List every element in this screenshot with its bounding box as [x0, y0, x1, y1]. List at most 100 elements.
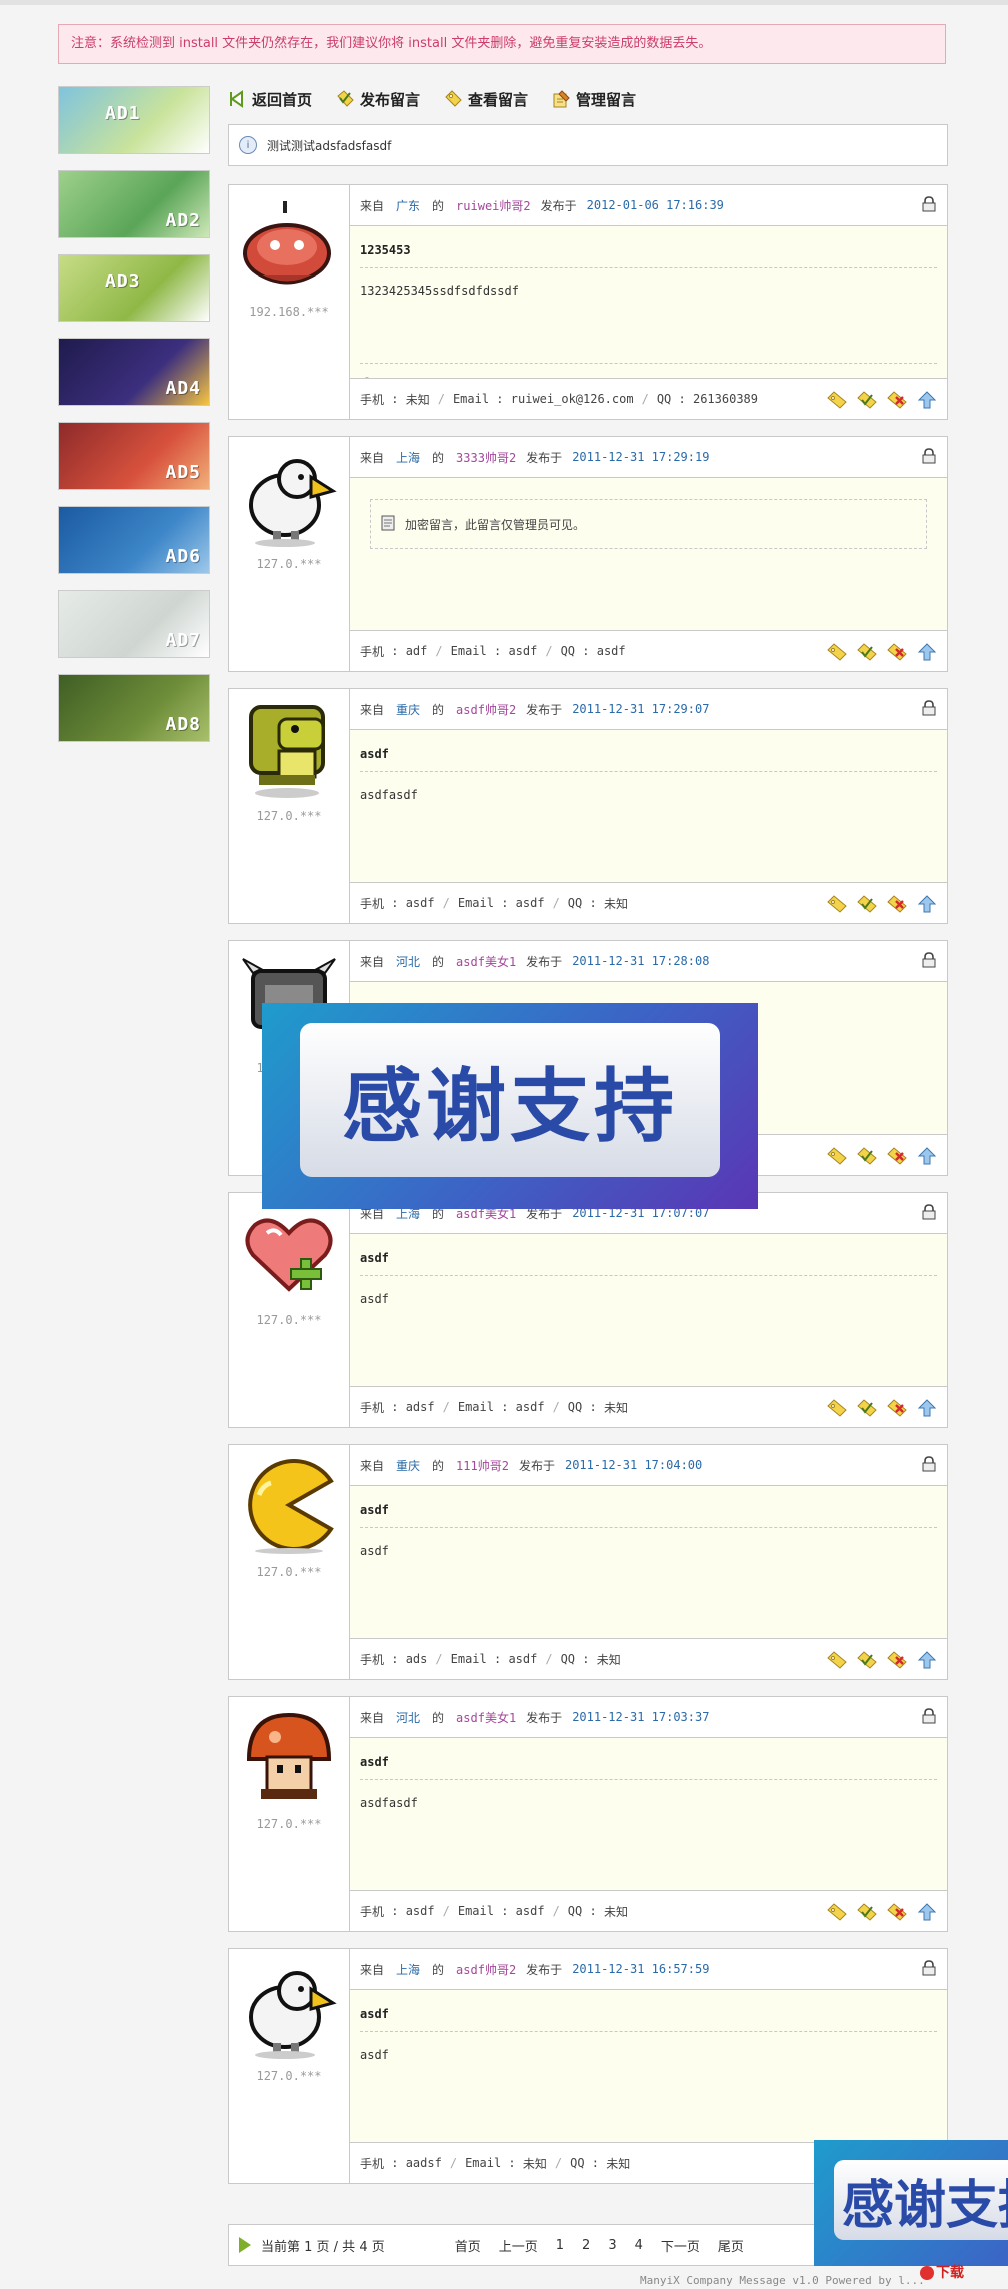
edit-tag-icon[interactable] [857, 1651, 877, 1669]
lock-icon[interactable] [921, 196, 937, 212]
ad-banner[interactable]: AD2 [58, 170, 210, 238]
scroll-top-icon[interactable] [917, 1651, 937, 1669]
author-name[interactable]: ruiwei帅哥2 [456, 197, 531, 214]
ad-banner[interactable]: AD3 [58, 254, 210, 322]
pager-page-link[interactable]: 3 [608, 2238, 616, 2253]
lock-icon[interactable] [921, 1204, 937, 1220]
message-header: 来自 河北的 asdf美女1 发布于 2011-12-31 17:03:37 [350, 1697, 947, 1738]
lock-icon[interactable] [921, 952, 937, 968]
edit-tag-icon[interactable] [857, 895, 877, 913]
location-link[interactable]: 重庆 [396, 701, 420, 718]
location-link[interactable]: 广东 [396, 197, 420, 214]
nav-home-link[interactable]: 返回首页 [228, 89, 312, 110]
scroll-top-icon[interactable] [917, 1147, 937, 1165]
delete-tag-icon[interactable] [887, 1903, 907, 1921]
pager-page-link[interactable]: 1 [556, 2238, 564, 2253]
message-footer: 手机 : asdf / Email : asdf / QQ : 未知 [350, 882, 947, 923]
location-link[interactable]: 重庆 [396, 1457, 420, 1474]
scroll-top-icon[interactable] [917, 391, 937, 409]
lock-icon[interactable] [921, 1456, 937, 1472]
edit-tag-icon[interactable] [857, 1399, 877, 1417]
pager-prev-link[interactable]: 上一页 [499, 2236, 538, 2255]
author-name[interactable]: 111帅哥2 [456, 1457, 509, 1474]
nav-manage-link[interactable]: 管理留言 [552, 89, 636, 110]
post-time: 2011-12-31 17:28:08 [572, 954, 710, 968]
location-link[interactable]: 河北 [396, 953, 420, 970]
author-name[interactable]: asdf美女1 [456, 1709, 516, 1726]
posted-at-label: 发布于 [526, 1962, 563, 1977]
delete-tag-icon[interactable] [887, 1147, 907, 1165]
scroll-top-icon[interactable] [917, 1903, 937, 1921]
mobile-label: 手机 [360, 1904, 385, 1919]
edit-tag-icon[interactable] [857, 1147, 877, 1165]
delete-tag-icon[interactable] [887, 1399, 907, 1417]
mobile-value: adf [405, 644, 428, 658]
nav-view-link[interactable]: 查看留言 [444, 89, 528, 110]
separator: / [442, 896, 450, 910]
pager-page-link[interactable]: 4 [635, 2238, 643, 2253]
nav-manage-label: 管理留言 [576, 90, 637, 109]
pager-next-link[interactable]: 下一页 [661, 2236, 700, 2255]
lock-icon[interactable] [921, 700, 937, 716]
of-label: 的 [432, 198, 445, 213]
posted-at-label: 发布于 [526, 450, 563, 465]
ip-address: 127.0.*** [256, 809, 322, 823]
email-label: Email [452, 392, 490, 406]
edit-tag-icon[interactable] [857, 1903, 877, 1921]
ad-banner[interactable]: AD6 [58, 506, 210, 574]
scroll-top-icon[interactable] [917, 643, 937, 661]
location-link[interactable]: 上海 [396, 449, 420, 466]
message-header: 来自 广东的 ruiwei帅哥2 发布于 2012-01-06 17:16:39 [350, 185, 947, 226]
lock-icon[interactable] [921, 1708, 937, 1724]
delete-tag-icon[interactable] [887, 391, 907, 409]
message-header: 来自 重庆的 111帅哥2 发布于 2011-12-31 17:04:00 [350, 1445, 947, 1486]
author-name[interactable]: 3333帅哥2 [456, 449, 516, 466]
separator: / [449, 2156, 458, 2170]
qq-value: 未知 [603, 896, 628, 911]
of-label: 的 [432, 1710, 445, 1725]
back-arrow-icon [228, 90, 246, 108]
delete-tag-icon[interactable] [887, 895, 907, 913]
location-link[interactable]: 上海 [396, 1961, 420, 1978]
pager-page-link[interactable]: 2 [582, 2238, 590, 2253]
colon: : [493, 1904, 516, 1918]
reply-tag-icon[interactable] [827, 1651, 847, 1669]
scroll-top-icon[interactable] [917, 895, 937, 913]
colon: : [384, 896, 406, 910]
pager-last-link[interactable]: 尾页 [718, 2236, 744, 2255]
ad-label: AD2 [165, 210, 201, 231]
avatar-image [239, 1203, 339, 1303]
reply-tag-icon[interactable] [827, 643, 847, 661]
edit-tag-icon[interactable] [857, 391, 877, 409]
ad-banner[interactable]: AD8 [58, 674, 210, 742]
reply-tag-icon[interactable] [827, 391, 847, 409]
lock-icon[interactable] [921, 448, 937, 464]
delete-tag-icon[interactable] [887, 643, 907, 661]
ad-banner[interactable]: AD7 [58, 590, 210, 658]
qq-label: QQ [570, 2156, 585, 2170]
ad-banner[interactable]: AD5 [58, 422, 210, 490]
qq-label: QQ [567, 896, 583, 910]
ad-banner[interactable]: AD1 [58, 86, 210, 154]
colon: : [582, 1904, 604, 1918]
ad-label: AD6 [165, 546, 201, 567]
edit-tag-icon[interactable] [857, 643, 877, 661]
author-name[interactable]: asdf美女1 [456, 953, 516, 970]
pager-first-link[interactable]: 首页 [455, 2236, 481, 2255]
post-time: 2011-12-31 17:29:07 [572, 702, 710, 716]
nav-post-link[interactable]: 发布留言 [336, 89, 420, 110]
lock-icon[interactable] [921, 1960, 937, 1976]
ad-banner[interactable]: AD4 [58, 338, 210, 406]
ad-label: AD7 [165, 630, 201, 651]
reply-tag-icon[interactable] [827, 1399, 847, 1417]
reply-tag-icon[interactable] [827, 1903, 847, 1921]
author-name[interactable]: asdf帅哥2 [456, 1961, 516, 1978]
location-link[interactable]: 河北 [396, 1709, 420, 1726]
reply-tag-icon[interactable] [827, 1147, 847, 1165]
scroll-top-icon[interactable] [917, 1399, 937, 1417]
reply-tag-icon[interactable] [827, 895, 847, 913]
colon: : [486, 1652, 509, 1666]
delete-tag-icon[interactable] [887, 1651, 907, 1669]
from-label: 来自 [360, 1710, 385, 1725]
author-name[interactable]: asdf帅哥2 [456, 701, 516, 718]
